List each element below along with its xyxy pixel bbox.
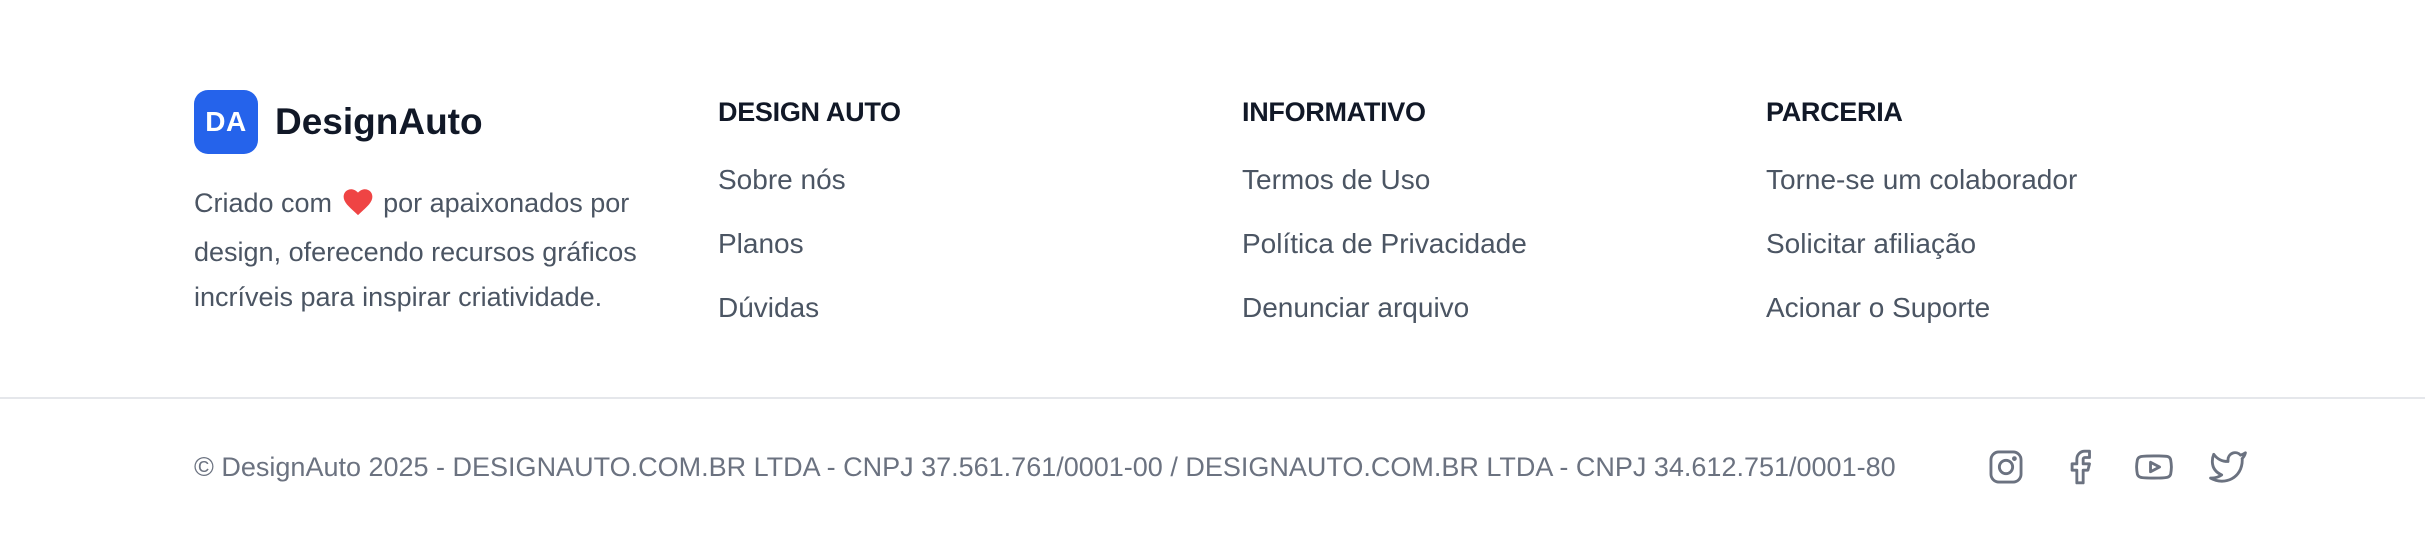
footer-brand: DA DesignAuto Criado com por apaixonados… <box>194 90 664 320</box>
brand-row[interactable]: DA DesignAuto <box>194 90 664 154</box>
link-duvidas[interactable]: Dúvidas <box>718 291 901 325</box>
column-links: Termos de Uso Política de Privacidade De… <box>1242 163 1527 325</box>
copyright-text: © DesignAuto 2025 - DESIGNAUTO.COM.BR LT… <box>194 452 1896 482</box>
link-politica-de-privacidade[interactable]: Política de Privacidade <box>1242 227 1527 261</box>
column-title: INFORMATIVO <box>1242 97 1426 127</box>
link-torne-se-colaborador[interactable]: Torne-se um colaborador <box>1766 163 2077 197</box>
facebook-icon[interactable] <box>2059 446 2101 488</box>
instagram-icon[interactable] <box>1985 446 2027 488</box>
social-links <box>1985 446 2249 488</box>
site-footer: DA DesignAuto Criado com por apaixonados… <box>0 0 2425 533</box>
link-termos-de-uso[interactable]: Termos de Uso <box>1242 163 1527 197</box>
youtube-icon[interactable] <box>2133 446 2175 488</box>
column-title: DESIGN AUTO <box>718 97 901 127</box>
brand-name: DesignAuto <box>275 101 483 142</box>
brand-tagline: Criado com por apaixonados por design, o… <box>194 181 664 320</box>
column-links: Sobre nós Planos Dúvidas <box>718 163 901 325</box>
footer-top: DA DesignAuto Criado com por apaixonados… <box>0 0 2425 399</box>
link-denunciar-arquivo[interactable]: Denunciar arquivo <box>1242 291 1527 325</box>
footer-column-parceria: PARCERIA Torne-se um colaborador Solicit… <box>1766 95 2077 355</box>
footer-bottom: © DesignAuto 2025 - DESIGNAUTO.COM.BR LT… <box>0 399 2425 533</box>
footer-column-design-auto: DESIGN AUTO Sobre nós Planos Dúvidas <box>718 95 901 355</box>
link-sobre-nos[interactable]: Sobre nós <box>718 163 901 197</box>
column-title: PARCERIA <box>1766 97 1903 127</box>
logo-badge: DA <box>194 90 258 154</box>
tagline-start: Criado com <box>194 188 333 218</box>
link-planos[interactable]: Planos <box>718 227 901 261</box>
twitter-icon[interactable] <box>2207 446 2249 488</box>
link-acionar-suporte[interactable]: Acionar o Suporte <box>1766 291 2077 325</box>
column-links: Torne-se um colaborador Solicitar afilia… <box>1766 163 2077 325</box>
link-solicitar-afiliacao[interactable]: Solicitar afiliação <box>1766 227 2077 261</box>
heart-icon <box>343 185 373 230</box>
footer-column-informativo: INFORMATIVO Termos de Uso Política de Pr… <box>1242 95 1527 355</box>
